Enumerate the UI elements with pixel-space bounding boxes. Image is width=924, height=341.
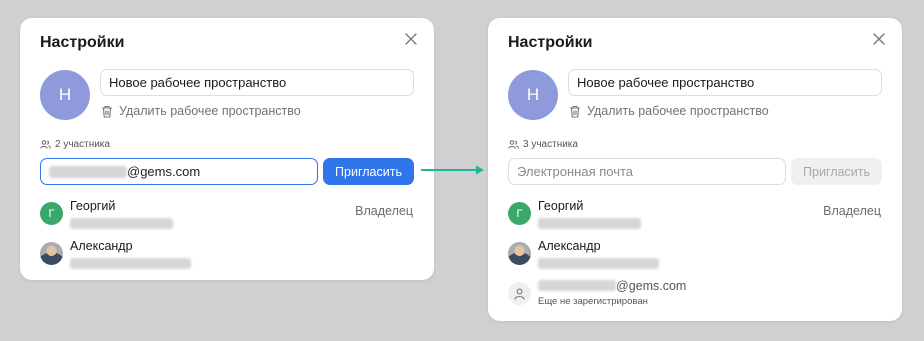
member-avatar-photo [508,242,531,265]
workspace-name-input[interactable]: Новое рабочее пространство [100,69,414,96]
member-row: Александр [40,239,191,269]
redacted-email-part [49,165,127,178]
invite-button[interactable]: Пригласить [791,158,882,185]
participants-count-label: 3 участника [523,139,578,150]
dialog-title: Настройки [40,34,125,51]
member-name: Александр [538,239,601,253]
arrow-right-icon [421,165,484,175]
pending-avatar [508,282,531,305]
redacted-email [538,258,659,269]
redacted-email [538,218,641,229]
email-domain: @gems.com [127,164,201,179]
delete-workspace-button[interactable]: Удалить рабочее пространство [101,104,301,118]
invite-button[interactable]: Пригласить [323,158,414,185]
participants-count-label: 2 участника [55,139,110,150]
email-placeholder: Электронная почта [517,164,634,179]
pending-email-domain: @gems.com [616,279,687,293]
member-avatar: Г [508,202,531,225]
pending-status: Еще не зарегистрирован [538,296,648,307]
trash-icon [570,105,580,118]
member-name: Георгий [70,199,116,213]
users-icon [40,140,51,149]
close-icon[interactable] [872,32,886,46]
trash-icon [102,105,112,118]
redacted-email [70,218,173,229]
settings-dialog-after: Настройки Н Новое рабочее пространство У… [488,18,902,321]
delete-workspace-button[interactable]: Удалить рабочее пространство [569,104,769,118]
pending-member-row: @gems.com Еще не зарегистрирован [508,279,686,307]
member-name: Александр [70,239,133,253]
member-role: Владелец [355,204,413,218]
pending-email: @gems.com [538,279,686,294]
member-name: Георгий [538,199,584,213]
redacted-email [70,258,191,269]
member-row: Г Георгий [40,199,173,229]
member-avatar-photo [40,242,63,265]
workspace-avatar[interactable]: Н [508,70,558,120]
email-input[interactable]: @gems.com [40,158,318,185]
email-input[interactable]: Электронная почта [508,158,786,185]
users-icon [508,140,519,149]
participants-count: 3 участника [508,139,578,150]
redacted-email-part [538,280,616,291]
workspace-name-input[interactable]: Новое рабочее пространство [568,69,882,96]
delete-workspace-label: Удалить рабочее пространство [119,104,301,118]
member-row: Г Георгий [508,199,641,229]
member-role: Владелец [823,204,881,218]
settings-dialog-before: Настройки Н Новое рабочее пространство У… [20,18,434,280]
workspace-avatar[interactable]: Н [40,70,90,120]
participants-count: 2 участника [40,139,110,150]
close-icon[interactable] [404,32,418,46]
member-row: Александр [508,239,659,269]
member-avatar: Г [40,202,63,225]
user-icon [514,288,525,300]
delete-workspace-label: Удалить рабочее пространство [587,104,769,118]
dialog-title: Настройки [508,34,593,51]
